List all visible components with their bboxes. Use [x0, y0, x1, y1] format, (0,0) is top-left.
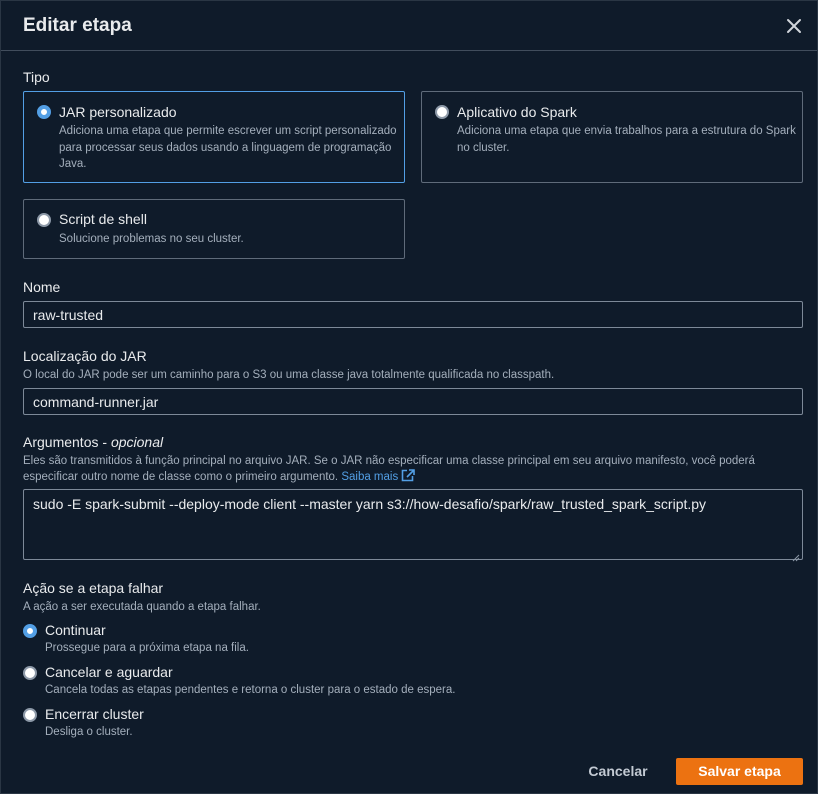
save-step-button[interactable]: Salvar etapa [676, 758, 803, 785]
nome-input[interactable]: raw-trusted [23, 301, 803, 328]
nome-label: Nome [23, 279, 61, 295]
radio-continuar[interactable] [23, 624, 37, 638]
falha-label: Ação se a etapa falhar [23, 580, 164, 596]
radio-jar-personalizado[interactable] [37, 105, 51, 119]
argumentos-description-line1: Eles são transmitidos à função principal… [23, 455, 755, 467]
cancel-button[interactable]: Cancelar [579, 758, 657, 785]
external-link-icon [401, 469, 416, 487]
tile-description: Adiciona uma etapa que envia trabalhos p… [457, 125, 796, 154]
edit-step-modal: Editar etapa Tipo JAR personalizado Adic… [0, 0, 818, 794]
learn-more-link[interactable]: Saiba mais [341, 469, 416, 483]
modal-header: Editar etapa [1, 1, 817, 51]
tile-description: Adiciona uma etapa que permite escrever … [59, 125, 397, 170]
option-title-cancelar-aguardar[interactable]: Cancelar e aguardar [45, 664, 173, 680]
argumentos-label: Argumentos - opcional [23, 434, 163, 450]
radio-script-shell[interactable] [37, 213, 51, 227]
radio-aplicativo-spark[interactable] [435, 105, 449, 119]
close-icon[interactable] [785, 17, 803, 35]
tile-title: Aplicativo do Spark [457, 104, 577, 120]
argumentos-description: Eles são transmitidos à função principal… [23, 453, 813, 487]
jar-location-input[interactable]: command-runner.jar [23, 388, 803, 415]
argumentos-description-text: especificar outro nome de classe como o … [23, 471, 339, 483]
radio-encerrar-cluster[interactable] [23, 708, 37, 722]
optional-label: opcional [110, 434, 164, 450]
tile-title: Script de shell [59, 211, 147, 227]
falha-description: A ação a ser executada quando a etapa fa… [23, 601, 261, 613]
tile-script-shell[interactable]: Script de shell Solucione problemas no s… [23, 199, 405, 259]
option-description-continuar: Prossegue para a próxima etapa na fila. [45, 642, 249, 654]
option-title-encerrar-cluster[interactable]: Encerrar cluster [45, 706, 144, 722]
tile-jar-personalizado[interactable]: JAR personalizado Adiciona uma etapa que… [23, 91, 405, 183]
option-description-cancelar-aguardar: Cancela todas as etapas pendentes e reto… [45, 684, 456, 696]
tile-aplicativo-spark[interactable]: Aplicativo do Spark Adiciona uma etapa q… [421, 91, 803, 183]
learn-more-label: Saiba mais [341, 471, 399, 483]
jar-description: O local do JAR pode ser um caminho para … [23, 369, 555, 381]
option-description-encerrar-cluster: Desliga o cluster. [45, 726, 133, 738]
tipo-label: Tipo [23, 69, 50, 85]
argumentos-value: sudo -E spark-submit --deploy-mode clien… [33, 496, 707, 512]
tile-description: Solucione problemas no seu cluster. [59, 233, 244, 245]
argumentos-textarea[interactable]: sudo -E spark-submit --deploy-mode clien… [23, 489, 803, 562]
resize-handle-icon[interactable] [792, 549, 800, 562]
radio-cancelar-aguardar[interactable] [23, 666, 37, 680]
argumentos-label-text: Argumentos - [23, 434, 111, 450]
option-title-continuar[interactable]: Continuar [45, 622, 106, 638]
jar-label: Localização do JAR [23, 348, 147, 364]
tile-title: JAR personalizado [59, 104, 177, 120]
argumentos-description-line2: especificar outro nome de classe como o … [23, 469, 813, 487]
modal-title: Editar etapa [23, 15, 132, 36]
